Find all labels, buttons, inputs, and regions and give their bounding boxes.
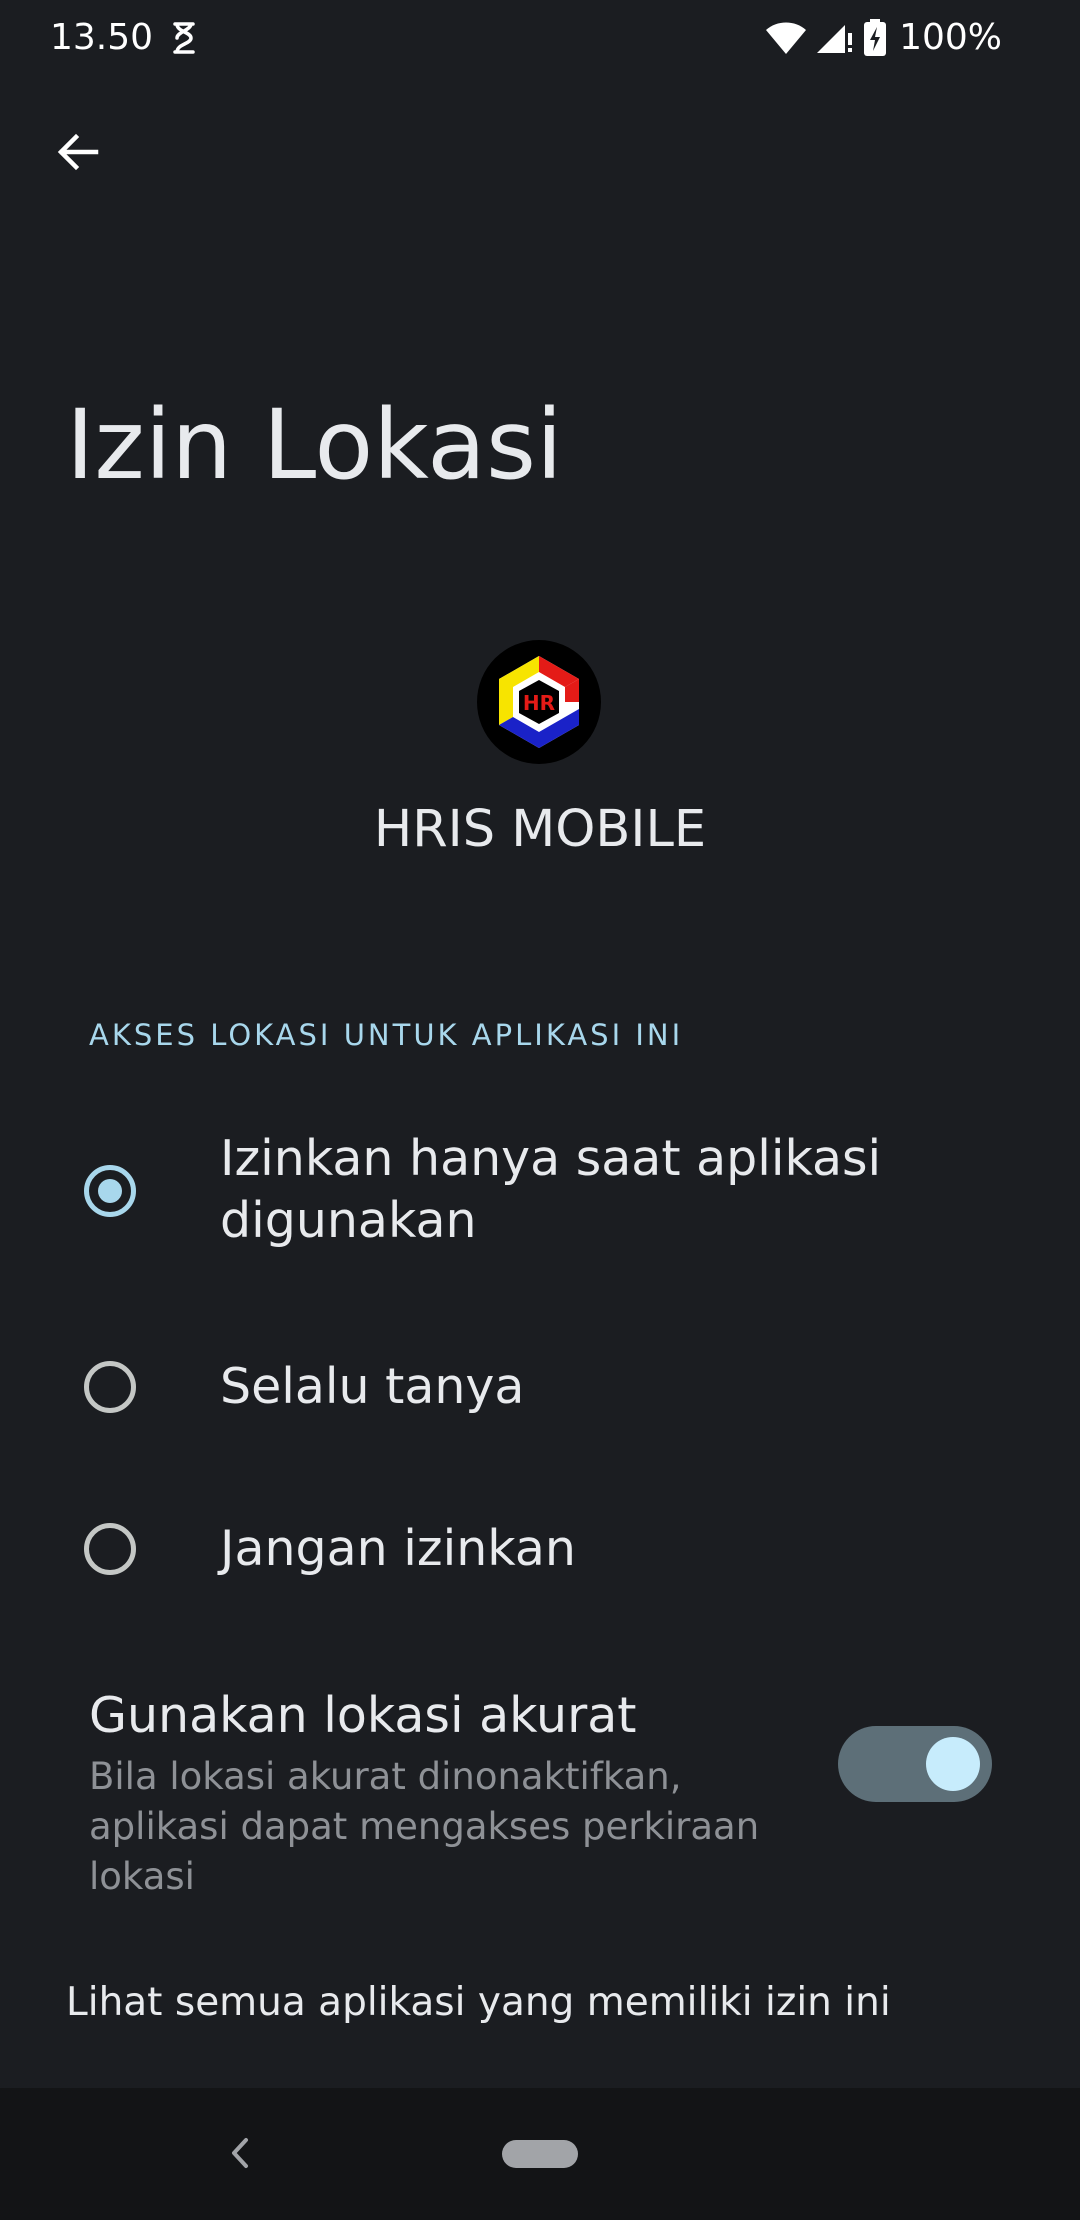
navigation-bar (0, 2088, 1080, 2220)
back-button[interactable] (38, 112, 118, 192)
precise-location-switch[interactable] (838, 1726, 992, 1802)
nav-home-pill[interactable] (502, 2140, 578, 2168)
app-name: HRIS MOBILE (373, 800, 707, 859)
wifi-icon (766, 22, 807, 54)
option-deny[interactable]: Jangan izinkan (0, 1518, 1080, 1580)
option-allow-while-using[interactable]: Izinkan hanya saat aplikasi digunakan (0, 1126, 1080, 1256)
battery-percentage: 100% (899, 17, 1002, 58)
permission-screen: 13.50 100% Izin Lokasi HR HRIS MOBILE AK… (0, 0, 1080, 2220)
arrow-left-icon (57, 133, 99, 171)
switch-thumb (926, 1737, 980, 1791)
app-logo-text: HR (523, 691, 555, 715)
radio-button[interactable] (84, 1523, 136, 1575)
section-header: AKSES LOKASI UNTUK APLIKASI INI (89, 1018, 684, 1052)
status-icons: 100% (765, 16, 1002, 60)
dnd-icon (173, 22, 195, 54)
radio-button-checked[interactable] (84, 1165, 136, 1217)
precise-location-row[interactable]: Gunakan lokasi akurat Bila lokasi akurat… (0, 1670, 1080, 1898)
see-all-apps-link[interactable]: Lihat semua aplikasi yang memiliki izin … (66, 1975, 891, 2031)
cell-signal-icon (817, 25, 853, 53)
status-time: 13.50 (50, 17, 154, 58)
precise-location-summary: Bila lokasi akurat dinonaktifkan, aplika… (89, 1755, 760, 1898)
app-icon: HR (477, 640, 601, 764)
page-title: Izin Lokasi (66, 389, 563, 501)
status-bar: 13.50 100% (0, 0, 1080, 76)
nav-back-icon[interactable] (222, 2128, 258, 2178)
option-label: Jangan izinkan (220, 1520, 576, 1577)
battery-charging-icon (864, 19, 887, 56)
option-label: Selalu tanya (220, 1358, 525, 1415)
option-ask-every-time[interactable]: Selalu tanya (0, 1356, 1080, 1418)
option-label: Izinkan hanya saat aplikasi digunakan (220, 1130, 882, 1249)
precise-location-title: Gunakan lokasi akurat (89, 1687, 637, 1744)
radio-button[interactable] (84, 1361, 136, 1413)
